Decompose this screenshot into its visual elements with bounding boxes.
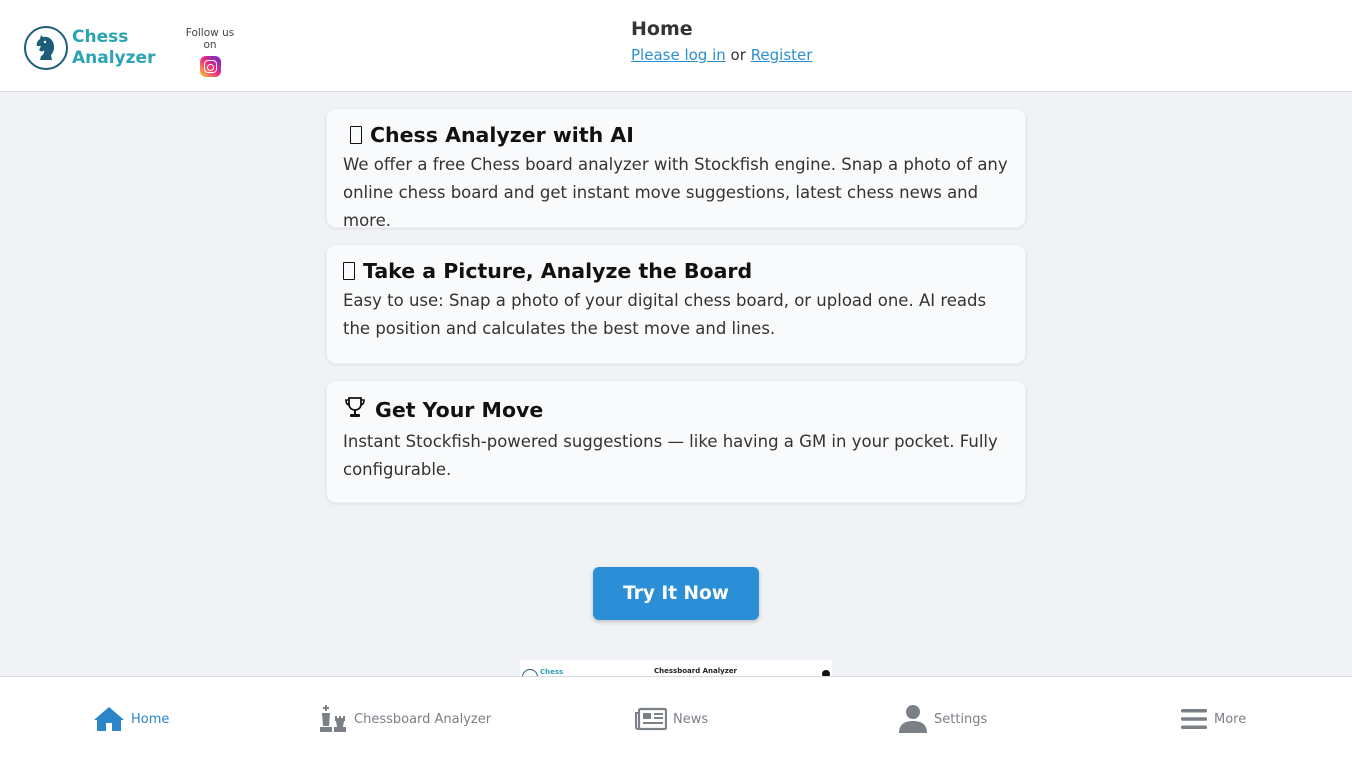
trophy-icon bbox=[343, 395, 367, 424]
card-body: Easy to use: Snap a photo of your digita… bbox=[343, 291, 987, 338]
user-icon bbox=[899, 705, 927, 733]
brand-line-2: Analyzer bbox=[72, 48, 156, 68]
nav-item-settings[interactable]: Settings bbox=[898, 677, 987, 760]
preview-title: Chessboard Analyzer bbox=[654, 667, 738, 675]
robot-emoji-icon bbox=[350, 126, 362, 144]
feature-card-move: Get Your Move Instant Stockfish-powered … bbox=[326, 380, 1026, 503]
card-body: Instant Stockfish-powered suggestions — … bbox=[343, 432, 998, 479]
bottom-nav: Home Chessboard Analyzer News Settings M… bbox=[0, 676, 1352, 760]
top-header: Chess Analyzer Follow us on Home Please … bbox=[0, 0, 1352, 92]
logo[interactable]: Chess Analyzer bbox=[24, 25, 159, 71]
nav-item-home[interactable]: Home bbox=[93, 677, 169, 760]
card-body: We offer a free Chess board analyzer wit… bbox=[343, 155, 1008, 230]
nav-item-chessboard-analyzer[interactable]: Chessboard Analyzer bbox=[318, 677, 491, 760]
feature-card-ai: Chess Analyzer with AI We offer a free C… bbox=[326, 108, 1026, 230]
nav-label: Settings bbox=[934, 711, 988, 727]
menu-icon bbox=[1181, 709, 1207, 729]
nav-label: More bbox=[1214, 711, 1247, 727]
chess-pieces-icon bbox=[320, 705, 346, 732]
card-title: Chess Analyzer with AI bbox=[370, 123, 634, 147]
app-preview-image: Chess Chessboard Analyzer bbox=[520, 660, 832, 677]
try-it-now-button[interactable]: Try It Now bbox=[593, 567, 759, 620]
brand-line-1: Chess bbox=[72, 27, 129, 47]
nav-label: Home bbox=[131, 711, 170, 727]
feature-card-picture: Take a Picture, Analyze the Board Easy t… bbox=[326, 244, 1026, 364]
auth-links: Please log in or Register bbox=[631, 46, 812, 64]
or-text: or bbox=[730, 46, 746, 64]
register-link[interactable]: Register bbox=[751, 46, 813, 64]
home-icon bbox=[94, 707, 124, 731]
newspaper-icon bbox=[635, 707, 667, 731]
knight-logo-icon bbox=[24, 26, 68, 70]
preview-brand: Chess bbox=[540, 668, 564, 676]
page-title: Home bbox=[631, 18, 693, 40]
nav-label: News bbox=[673, 711, 709, 727]
follow-label: Follow us on bbox=[185, 27, 235, 51]
card-title: Get Your Move bbox=[375, 397, 544, 422]
instagram-icon[interactable] bbox=[199, 56, 221, 77]
nav-item-more[interactable]: More bbox=[1180, 677, 1246, 760]
nav-label: Chessboard Analyzer bbox=[354, 711, 492, 727]
social-follow: Follow us on bbox=[178, 27, 242, 81]
camera-emoji-icon bbox=[343, 262, 355, 280]
brand-name: Chess Analyzer bbox=[72, 27, 155, 69]
card-title: Take a Picture, Analyze the Board bbox=[363, 259, 753, 283]
nav-item-news[interactable]: News bbox=[635, 677, 708, 760]
login-link[interactable]: Please log in bbox=[631, 46, 726, 64]
